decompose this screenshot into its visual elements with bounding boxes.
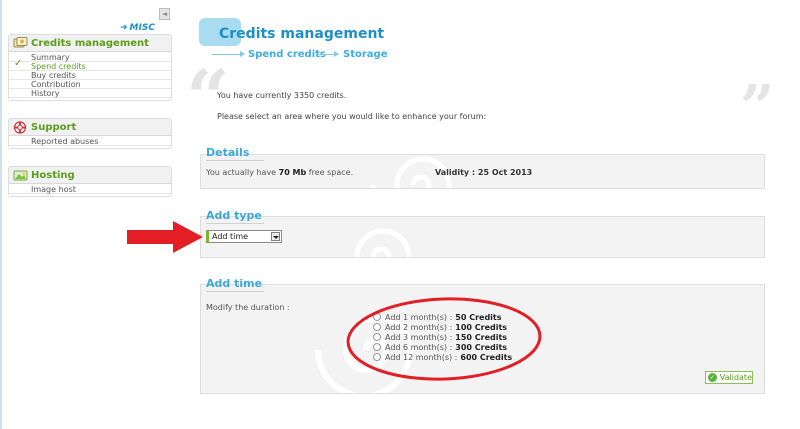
add-time-section-title: Add time bbox=[206, 277, 264, 292]
add-type-box bbox=[200, 216, 765, 258]
sidebar-panel-title: Support bbox=[31, 121, 77, 133]
add-type-select[interactable]: Add time bbox=[206, 230, 282, 243]
sidebar-item-label: Spend credits bbox=[31, 62, 86, 71]
window-left-edge bbox=[0, 0, 2, 429]
sidebar-panel-header-hosting[interactable]: Hosting bbox=[9, 167, 171, 184]
details-section-title: Details bbox=[206, 146, 264, 161]
free-space-text: You actually have 70 Mb free space. bbox=[206, 168, 353, 177]
misc-label: MISC bbox=[129, 23, 155, 33]
add-type-selected-value: Add time bbox=[212, 232, 249, 241]
sidebar-panel-credits: Credits management Summary ✓ Spend credit… bbox=[8, 34, 172, 101]
validate-label: Validate bbox=[719, 373, 752, 382]
sidebar-panel-header-support[interactable]: Support bbox=[9, 119, 171, 136]
sidebar-item-label: Buy credits bbox=[31, 71, 76, 80]
free-space-suffix: free space. bbox=[308, 168, 354, 177]
misc-link[interactable]: ➜ MISC bbox=[120, 23, 155, 33]
sidebar-item-image-host[interactable]: Image host bbox=[9, 185, 171, 194]
credits-icon bbox=[12, 37, 28, 50]
validity-text: Validity : 25 Oct 2013 bbox=[435, 168, 533, 177]
details-box: You actually have 70 Mb free space. Vali… bbox=[200, 154, 765, 189]
sidebar-item-label: Reported abuses bbox=[31, 137, 99, 146]
breadcrumb-storage[interactable]: Storage bbox=[343, 49, 387, 60]
red-arrow-annotation bbox=[127, 221, 203, 253]
modify-duration-label: Modify the duration : bbox=[206, 303, 290, 312]
sidebar-item-history[interactable]: History bbox=[9, 89, 171, 98]
add-type-title-label: Add type bbox=[206, 209, 262, 222]
red-ellipse-annotation bbox=[346, 297, 542, 381]
chevron-down-icon[interactable] bbox=[271, 232, 280, 241]
sidebar-panel-support: Support Reported abuses bbox=[8, 118, 172, 149]
breadcrumb-arrow-icon bbox=[316, 51, 339, 57]
check-circle-icon: ✓ bbox=[708, 373, 717, 382]
sidebar-item-contribution[interactable]: Contribution bbox=[9, 80, 171, 89]
sidebar-panel-title: Hosting bbox=[31, 169, 75, 181]
sidebar-item-reported-abuses[interactable]: Reported abuses bbox=[9, 137, 171, 146]
sidebar-panel-title: Credits management bbox=[31, 37, 149, 49]
credits-balance-text: You have currently 3350 credits. bbox=[217, 91, 347, 100]
collapse-sidebar-button[interactable]: ◄ bbox=[159, 8, 170, 20]
validate-button[interactable]: ✓ Validate bbox=[705, 371, 753, 384]
details-title-label: Details bbox=[206, 146, 250, 159]
sidebar-panel-header-credits[interactable]: Credits management bbox=[9, 35, 171, 52]
arrow-right-icon: ➜ bbox=[120, 23, 128, 33]
sidebar-item-label: Image host bbox=[31, 185, 76, 194]
sidebar-item-label: Contribution bbox=[31, 80, 81, 89]
add-type-section-title: Add type bbox=[206, 209, 264, 224]
sidebar-item-summary[interactable]: Summary bbox=[9, 53, 171, 62]
free-space-prefix: You actually have bbox=[206, 168, 277, 177]
sidebar-item-buy-credits[interactable]: Buy credits bbox=[9, 71, 171, 80]
lifebuoy-icon bbox=[12, 120, 28, 134]
sidebar-item-spend-credits[interactable]: ✓ Spend credits bbox=[9, 58, 171, 71]
breadcrumb-spend-credits[interactable]: Spend credits bbox=[248, 49, 326, 60]
sidebar-item-label: Summary bbox=[31, 53, 70, 62]
close-quote-icon: ” bbox=[740, 73, 775, 143]
checkmark-icon: ✓ bbox=[14, 58, 23, 69]
page-title: Credits management bbox=[219, 26, 385, 42]
add-time-title-label: Add time bbox=[206, 277, 263, 290]
hosting-icon bbox=[12, 169, 28, 182]
free-space-value: 70 Mb bbox=[278, 168, 307, 177]
sidebar-item-label: History bbox=[31, 89, 60, 98]
sidebar-panel-hosting: Hosting Image host bbox=[8, 166, 172, 197]
select-area-text: Please select an area where you would li… bbox=[217, 112, 487, 121]
swirl-decoration bbox=[333, 228, 412, 257]
